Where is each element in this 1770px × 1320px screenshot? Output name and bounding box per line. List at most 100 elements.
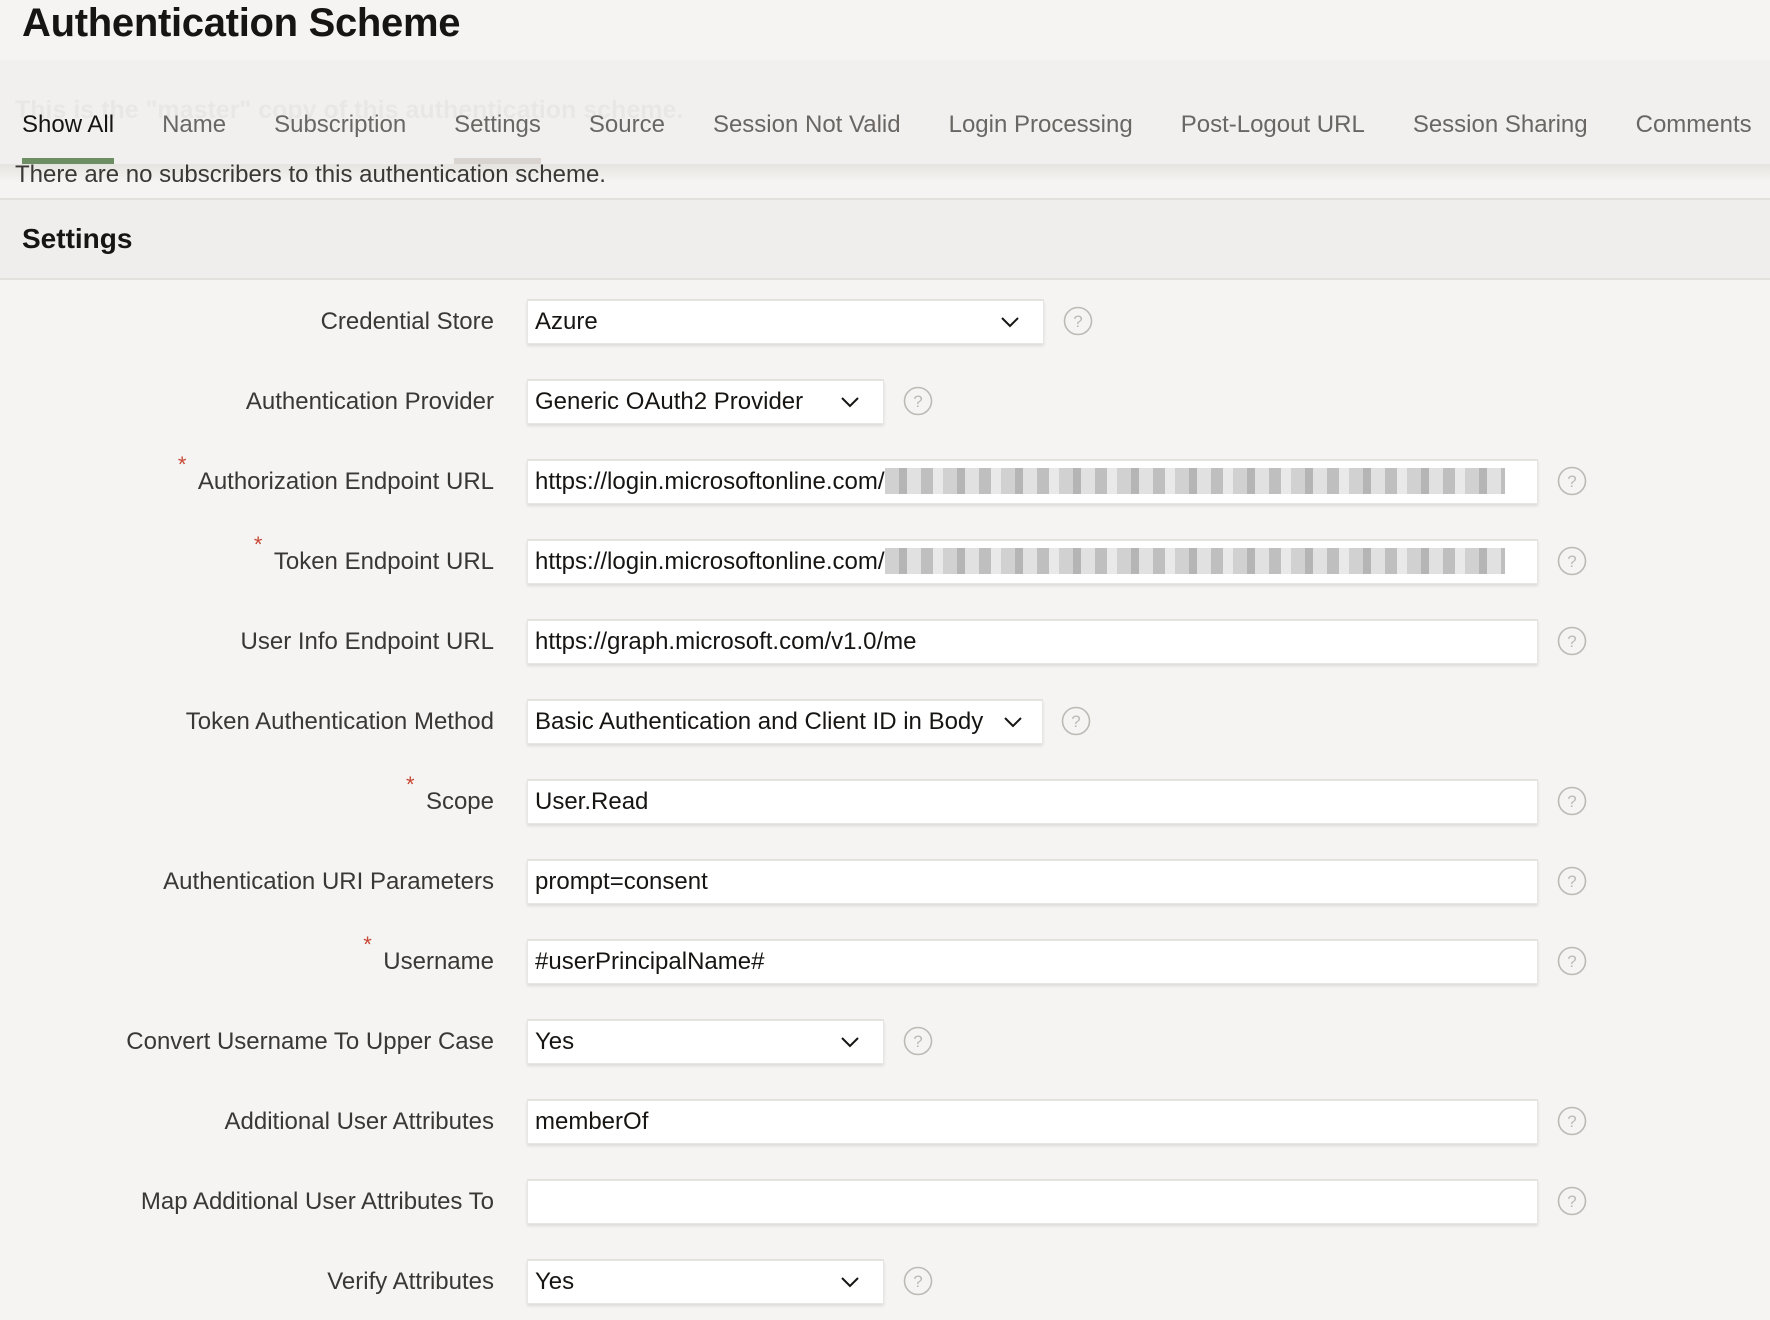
token-endpoint-url-value: https://login.microsoftonline.com/	[535, 548, 885, 575]
help-icon[interactable]: ?	[1557, 466, 1587, 496]
chevron-down-icon	[841, 1037, 859, 1048]
tab-label: Show All	[22, 111, 115, 138]
field-row-authentication-provider: Authentication Provider Generic OAuth2 P…	[0, 379, 1770, 424]
authentication-uri-parameters-value: prompt=consent	[535, 868, 708, 895]
username-input[interactable]: #userPrincipalName#	[527, 939, 1538, 984]
tab-label: Comments	[1635, 111, 1752, 138]
additional-user-attributes-input[interactable]: memberOf	[527, 1099, 1538, 1144]
field-row-additional-user-attributes: Additional User Attributes memberOf ?	[0, 1099, 1770, 1144]
tab-label: Settings	[454, 111, 541, 138]
field-row-token-authentication-method: Token Authentication Method Basic Authen…	[0, 699, 1770, 744]
additional-user-attributes-label: Additional User Attributes	[224, 1108, 494, 1135]
redacted-text	[884, 547, 1505, 574]
field-row-authorization-endpoint-url: * Authorization Endpoint URL https://logi…	[0, 452, 1770, 504]
required-asterisk: *	[177, 452, 187, 477]
token-authentication-method-label: Token Authentication Method	[185, 708, 494, 735]
chevron-down-icon	[1004, 717, 1022, 728]
token-authentication-method-value: Basic Authentication and Client ID in Bo…	[535, 708, 984, 735]
authentication-provider-select[interactable]: Generic OAuth2 Provider	[527, 379, 884, 424]
svg-text:?: ?	[1567, 632, 1576, 651]
subscriber-message: There are no subscribers to this authent…	[15, 161, 606, 188]
chevron-down-icon	[1001, 317, 1019, 328]
tab-comments[interactable]: Comments	[1636, 108, 1752, 142]
help-icon[interactable]: ?	[903, 1266, 933, 1296]
tab-post-logout-url[interactable]: Post-Logout URL	[1181, 108, 1365, 142]
user-info-endpoint-url-value: https://graph.microsoft.com/v1.0/me	[535, 628, 917, 655]
field-row-convert-username-upper-case: Convert Username To Upper Case Yes ?	[0, 1019, 1770, 1064]
tab-label: Name	[162, 111, 227, 138]
help-icon[interactable]: ?	[1557, 626, 1587, 656]
credential-store-label: Credential Store	[320, 308, 494, 335]
field-row-token-endpoint-url: * Token Endpoint URL https://login.micros…	[0, 532, 1770, 584]
verify-attributes-select[interactable]: Yes	[527, 1259, 884, 1304]
convert-username-upper-case-value: Yes	[535, 1028, 575, 1055]
scope-value: User.Read	[535, 788, 649, 815]
region-tabs: Show All Name Subscription Settings Sour…	[22, 108, 1770, 164]
tab-source[interactable]: Source	[589, 108, 665, 142]
tab-name[interactable]: Name	[162, 108, 226, 142]
field-row-authentication-uri-parameters: Authentication URI Parameters prompt=con…	[0, 859, 1770, 904]
credential-store-select[interactable]: Azure	[527, 299, 1044, 344]
tab-label: Post-Logout URL	[1180, 111, 1365, 138]
field-row-credential-store: Credential Store Azure ?	[0, 299, 1770, 344]
svg-text:?: ?	[1567, 552, 1576, 571]
help-icon[interactable]: ?	[1557, 546, 1587, 576]
svg-text:?: ?	[1567, 872, 1576, 891]
required-asterisk: *	[405, 772, 415, 797]
additional-user-attributes-value: memberOf	[535, 1108, 649, 1135]
svg-text:?: ?	[1071, 712, 1080, 731]
authorization-endpoint-url-label: * Authorization Endpoint URL	[177, 452, 494, 496]
token-endpoint-url-input[interactable]: https://login.microsoftonline.com/	[527, 539, 1538, 584]
tab-settings[interactable]: Settings	[454, 108, 541, 164]
help-icon[interactable]: ?	[1557, 786, 1587, 816]
convert-username-upper-case-label: Convert Username To Upper Case	[126, 1028, 494, 1055]
tab-label: Session Sharing	[1412, 111, 1588, 138]
convert-username-upper-case-select[interactable]: Yes	[527, 1019, 884, 1064]
authentication-provider-label: Authentication Provider	[245, 388, 494, 415]
token-authentication-method-select[interactable]: Basic Authentication and Client ID in Bo…	[527, 699, 1043, 744]
token-endpoint-url-label: * Token Endpoint URL	[253, 532, 494, 576]
credential-store-value: Azure	[535, 308, 598, 335]
tab-session-sharing[interactable]: Session Sharing	[1413, 108, 1588, 142]
redacted-text	[884, 467, 1505, 494]
tab-subscription[interactable]: Subscription	[274, 108, 406, 142]
help-icon[interactable]: ?	[1557, 1106, 1587, 1136]
verify-attributes-label: Verify Attributes	[327, 1268, 494, 1295]
svg-text:?: ?	[1567, 952, 1576, 971]
help-icon[interactable]: ?	[1557, 946, 1587, 976]
chevron-down-icon	[841, 397, 859, 408]
user-info-endpoint-url-input[interactable]: https://graph.microsoft.com/v1.0/me	[527, 619, 1538, 664]
svg-text:?: ?	[1567, 792, 1576, 811]
help-icon[interactable]: ?	[1061, 706, 1091, 736]
tab-label: Login Processing	[948, 111, 1133, 138]
authentication-uri-parameters-label: Authentication URI Parameters	[163, 868, 494, 895]
field-row-map-additional-user-attributes-to: Map Additional User Attributes To ?	[0, 1179, 1770, 1224]
help-icon[interactable]: ?	[903, 1026, 933, 1056]
map-additional-user-attributes-to-input[interactable]	[527, 1179, 1538, 1224]
username-value: #userPrincipalName#	[535, 948, 765, 975]
help-icon[interactable]: ?	[903, 386, 933, 416]
field-row-user-info-endpoint-url: User Info Endpoint URL https://graph.mic…	[0, 619, 1770, 664]
tab-login-processing[interactable]: Login Processing	[949, 108, 1133, 142]
svg-text:?: ?	[1567, 1112, 1576, 1131]
verify-attributes-value: Yes	[535, 1268, 575, 1295]
scope-label: * Scope	[405, 772, 494, 816]
field-row-username: * Username #userPrincipalName# ?	[0, 934, 1770, 984]
page-title: Authentication Scheme	[22, 1, 461, 45]
chevron-down-icon	[841, 1277, 859, 1288]
scope-input[interactable]: User.Read	[527, 779, 1538, 824]
svg-text:?: ?	[1567, 472, 1576, 491]
map-additional-user-attributes-to-label: Map Additional User Attributes To	[140, 1188, 494, 1215]
tab-session-not-valid[interactable]: Session Not Valid	[713, 108, 901, 142]
svg-text:?: ?	[913, 392, 922, 411]
tab-label: Session Not Valid	[712, 111, 901, 138]
authentication-uri-parameters-input[interactable]: prompt=consent	[527, 859, 1538, 904]
user-info-endpoint-url-label: User Info Endpoint URL	[240, 628, 494, 655]
authorization-endpoint-url-input[interactable]: https://login.microsoftonline.com/	[527, 459, 1538, 504]
help-icon[interactable]: ?	[1557, 866, 1587, 896]
tab-label: Subscription	[274, 111, 407, 138]
settings-region-title: Settings	[22, 223, 133, 254]
help-icon[interactable]: ?	[1063, 306, 1093, 336]
tab-show-all[interactable]: Show All	[22, 108, 115, 164]
help-icon[interactable]: ?	[1557, 1186, 1587, 1216]
